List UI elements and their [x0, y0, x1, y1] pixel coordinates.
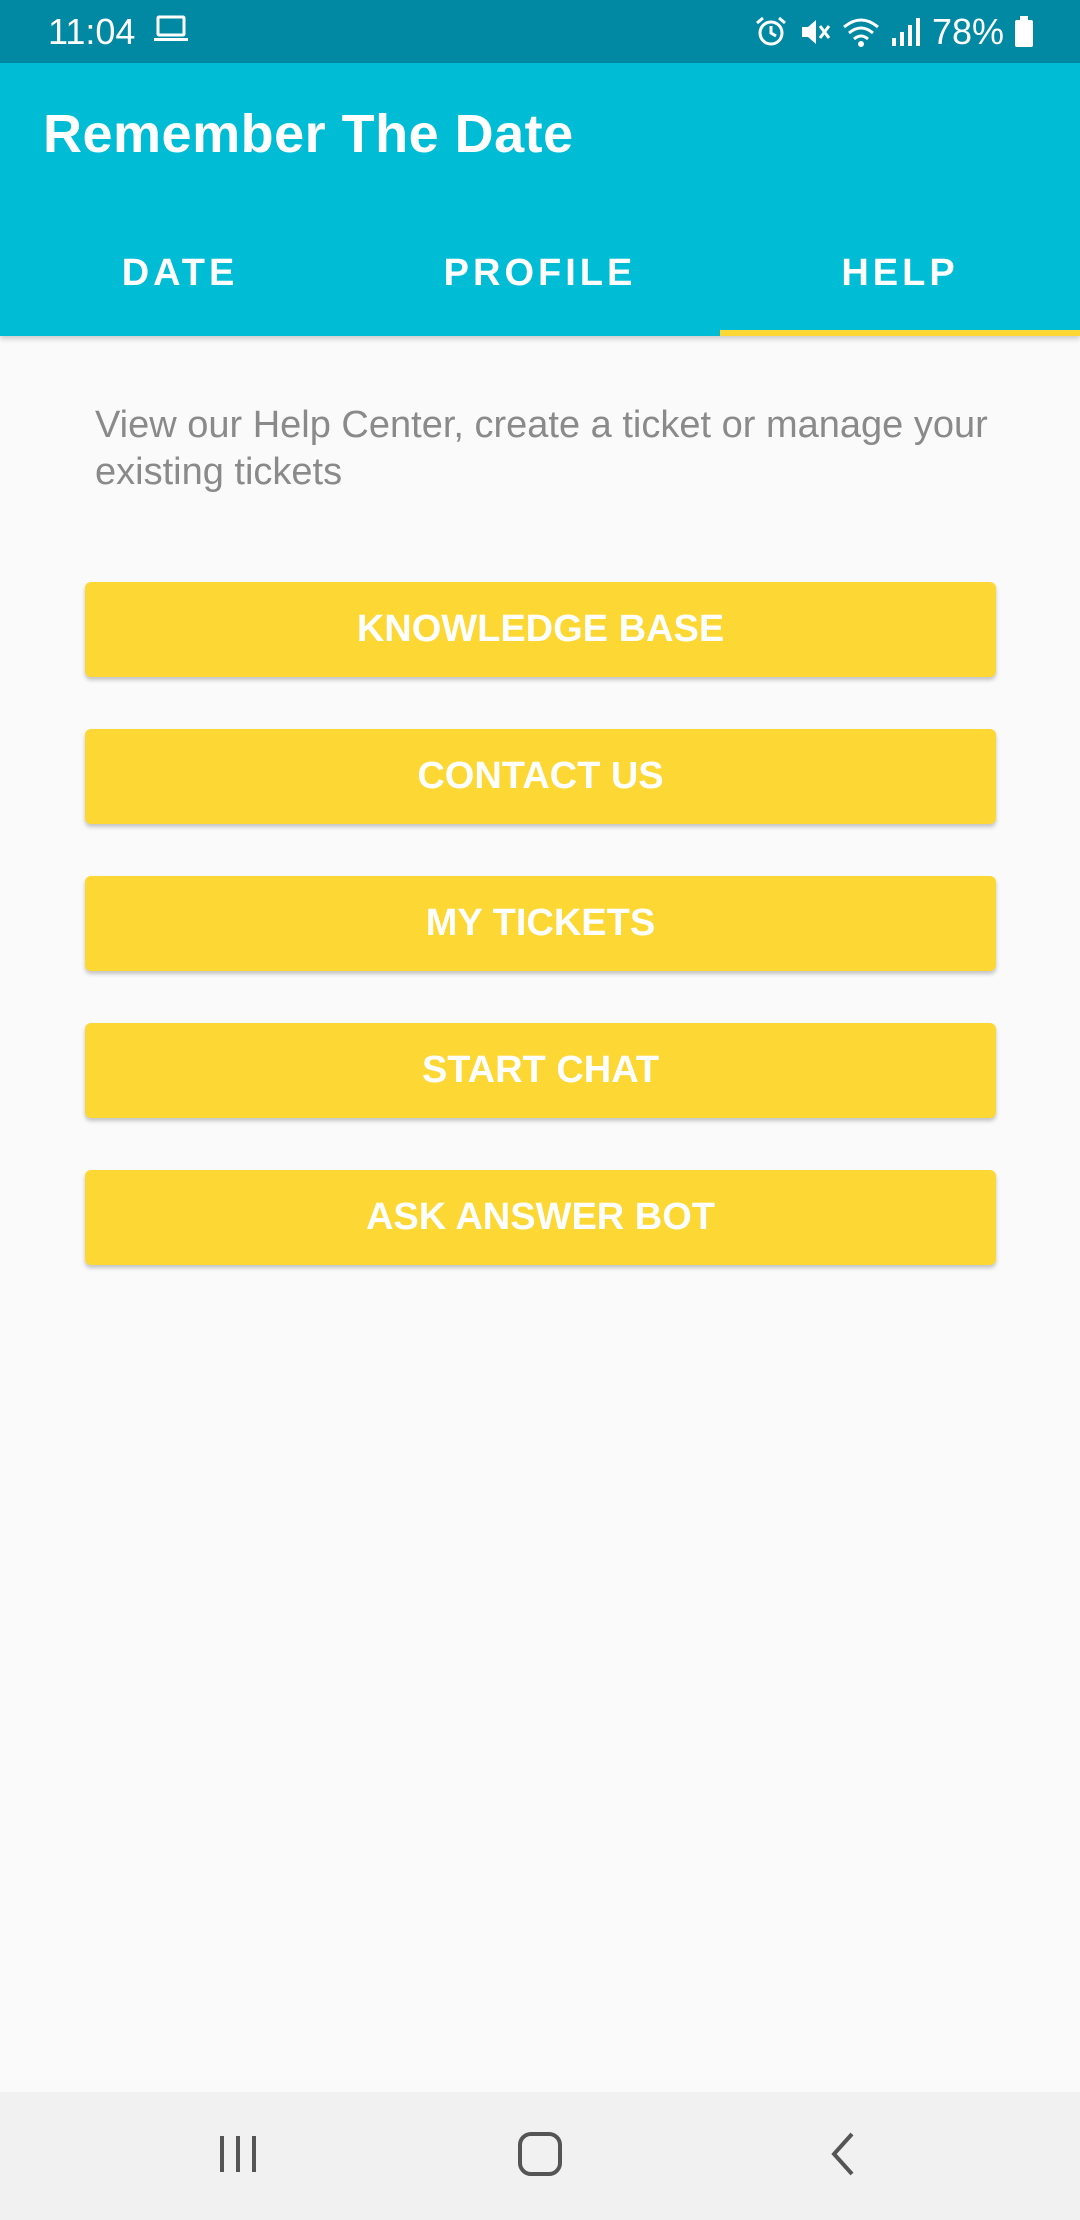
tab-profile[interactable]: PROFILE — [360, 211, 720, 336]
help-description: View our Help Center, create a ticket or… — [95, 404, 988, 493]
help-button-list: KNOWLEDGE BASE CONTACT US MY TICKETS STA… — [85, 582, 996, 1317]
recent-apps-button[interactable] — [178, 2092, 298, 2220]
tab-bar: DATE PROFILE HELP — [0, 211, 1080, 336]
tab-date[interactable]: DATE — [0, 211, 360, 336]
status-bar: 11:04 78% — [0, 0, 1080, 63]
wifi-icon — [842, 15, 880, 49]
home-button[interactable] — [480, 2092, 600, 2220]
button-label: MY TICKETS — [425, 902, 656, 944]
mute-icon — [798, 15, 832, 49]
status-time: 11:04 — [48, 10, 136, 52]
signal-icon — [890, 16, 922, 48]
button-label: CONTACT US — [417, 755, 664, 797]
laptop-icon — [153, 11, 189, 53]
my-tickets-button[interactable]: MY TICKETS — [85, 876, 996, 971]
recent-apps-icon — [216, 2134, 260, 2179]
system-nav-bar — [0, 2092, 1080, 2220]
tab-label: PROFILE — [443, 252, 637, 294]
contact-us-button[interactable]: CONTACT US — [85, 729, 996, 824]
ask-answer-bot-button[interactable]: ASK ANSWER BOT — [85, 1170, 996, 1265]
knowledge-base-button[interactable]: KNOWLEDGE BASE — [85, 582, 996, 677]
battery-icon — [1014, 15, 1034, 48]
tab-help[interactable]: HELP — [720, 211, 1080, 336]
status-right: 78% — [754, 11, 1034, 53]
app-title: Remember The Date — [43, 104, 574, 164]
button-label: ASK ANSWER BOT — [365, 1196, 716, 1238]
button-label: KNOWLEDGE BASE — [356, 608, 725, 650]
start-chat-button[interactable]: START CHAT — [85, 1023, 996, 1118]
back-icon — [828, 2131, 858, 2182]
app-bar: Remember The Date DATE PROFILE HELP — [0, 63, 1080, 336]
alarm-icon — [754, 15, 788, 49]
tab-label: DATE — [121, 252, 239, 294]
battery-percent: 78% — [931, 10, 1004, 52]
status-left: 11:04 — [48, 11, 189, 53]
selected-tab-indicator — [720, 330, 1080, 336]
back-button[interactable] — [783, 2092, 903, 2220]
tab-label: HELP — [841, 252, 959, 294]
button-label: START CHAT — [421, 1049, 660, 1091]
home-icon — [517, 2131, 563, 2182]
